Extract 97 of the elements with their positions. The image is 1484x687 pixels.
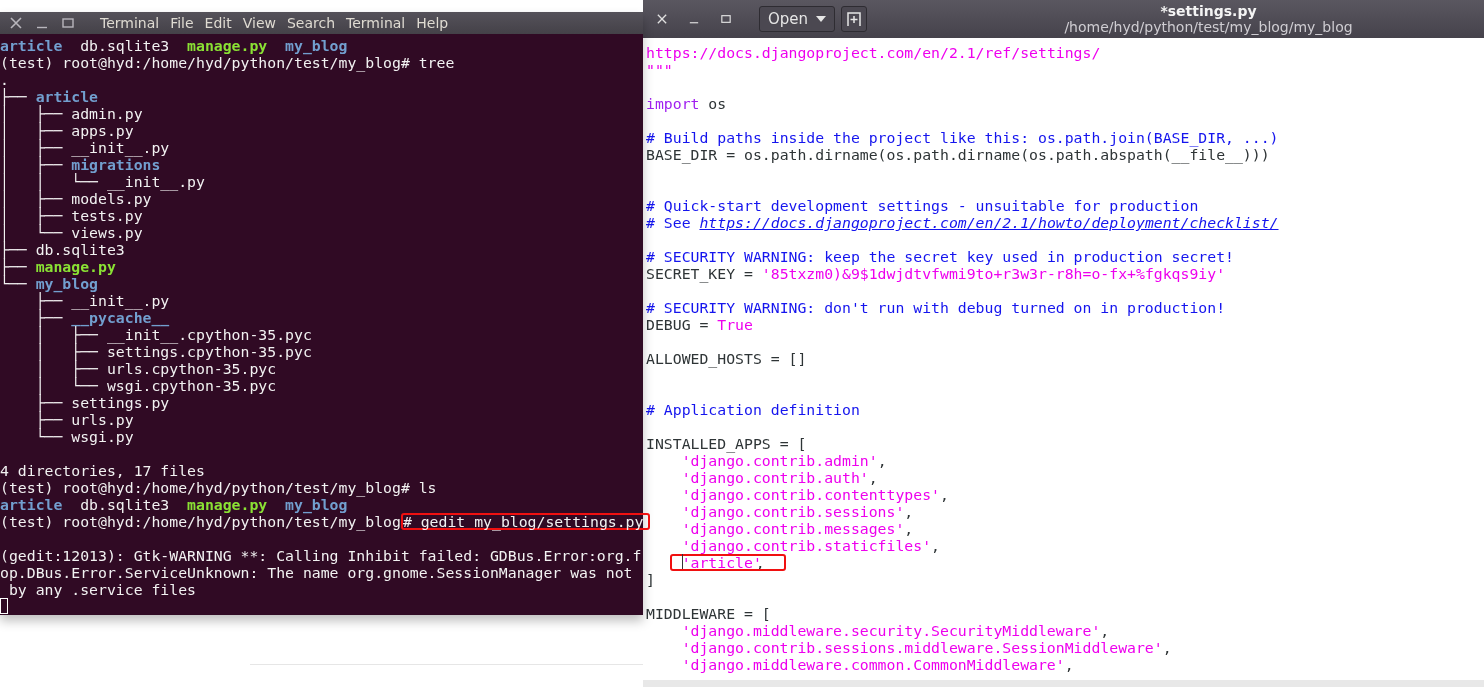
close-icon[interactable] — [657, 14, 667, 24]
code-text: , — [904, 520, 914, 537]
terminal-text: └── wsgi.py — [34, 428, 134, 445]
terminal-text: ├── — [0, 88, 28, 105]
code-text: SECRET_KEY = — [646, 265, 754, 282]
menu-item[interactable]: Help — [416, 15, 449, 31]
terminal-text: . — [0, 71, 9, 88]
terminal-text: 4 directories, 17 files — [0, 462, 205, 479]
directory-name: my_blog — [35, 275, 98, 292]
maximize-icon[interactable] — [721, 14, 731, 24]
string-literal: 'django.contrib.admin' — [681, 452, 878, 469]
string-literal: 'django.contrib.contenttypes' — [681, 486, 940, 503]
code-text: os — [707, 95, 727, 112]
highlighted-text: # gedit my_blog/settings.py — [400, 513, 651, 530]
code-text: , — [1100, 622, 1110, 639]
code-text: , — [1162, 639, 1172, 656]
string-literal: 'django.contrib.sessions.middleware.SessionMiddleware' — [681, 639, 1163, 656]
code-text: , — [868, 469, 878, 486]
terminal-text: (test) root@hyd:/home/hyd/python/test/my_blog# ls — [0, 479, 437, 496]
terminal-text: ├── — [34, 309, 64, 326]
terminal-text: op.DBus.Error.ServiceUnknown: The name org.gnome.SessionManager was not — [0, 564, 633, 581]
window-subtitle: /home/hyd/python/test/my_blog/my_blog — [1063, 19, 1354, 35]
directory-name: article — [35, 88, 98, 105]
open-button[interactable]: Open — [759, 6, 836, 32]
directory-name: my_blog — [285, 496, 348, 513]
close-icon[interactable] — [10, 17, 22, 29]
caret-icon — [816, 16, 827, 22]
terminal-text: db.sqlite3 — [79, 37, 170, 54]
code-text: ALLOWED_HOSTS = [] — [646, 350, 807, 367]
code-text: , — [931, 537, 940, 554]
terminal-text: by any .service files — [7, 581, 196, 598]
string-literal: https://docs.djangoproject.com/en/2.1/ref/settings/ — [646, 44, 1101, 61]
menu-item[interactable]: Terminal — [100, 15, 160, 31]
terminal-text: │ ├── __init__.cpython-35.pyc — [34, 326, 312, 343]
terminal-text: (test) root@hyd:/home/hyd/python/test/my_blog — [0, 513, 401, 530]
new-tab-button[interactable] — [841, 6, 868, 32]
terminal-text: ├── settings.py — [34, 394, 170, 411]
directory-name: my_blog — [284, 37, 348, 54]
string-literal: True — [717, 316, 753, 333]
terminal-text: ├── __init__.py — [34, 292, 170, 309]
terminal-text: ├── urls.py — [34, 411, 134, 428]
keyword: import — [646, 95, 700, 112]
menu-item[interactable]: File — [170, 15, 194, 31]
code-comment: # Build paths inside the project like this: os.path.join(BASE_DIR, ...) — [646, 129, 1279, 146]
executable-name: manage.py — [186, 37, 268, 54]
terminal-text: │ ├── __init__.py — [0, 139, 170, 156]
code-comment: # Quick-start development settings - unsuitable for production — [646, 197, 1199, 214]
string-literal: 'django.middleware.security.SecurityMiddleware' — [681, 622, 1101, 639]
code-text: , — [904, 503, 914, 520]
executable-name: manage.py — [187, 496, 268, 513]
terminal-text: │ ├── — [0, 156, 64, 173]
string-literal: 'django.contrib.auth' — [681, 469, 869, 486]
string-literal: 'django.contrib.sessions' — [681, 503, 905, 520]
terminal-text: ├── — [0, 258, 28, 275]
menu-item[interactable]: Terminal — [346, 15, 406, 31]
string-literal: 'django.contrib.staticfiles' — [681, 537, 932, 554]
terminal-text: │ ├── settings.cpython-35.pyc — [34, 343, 312, 360]
code-text: INSTALLED_APPS = [ — [646, 435, 807, 452]
menu-item[interactable]: Search — [286, 15, 336, 31]
terminal-text: │ ├── tests.py — [0, 207, 143, 224]
directory-name: __pycache__ — [71, 309, 170, 326]
directory-name: article — [0, 496, 63, 513]
string-literal: """ — [646, 61, 673, 78]
code-text: , — [940, 486, 949, 503]
window-title: *settings.py — [1159, 3, 1258, 19]
code-comment: # Application definition — [646, 401, 860, 418]
code-text: BASE_DIR = os.path.dirname(os.path.dirname(os.path.abspath(__file__))) — [646, 146, 1270, 163]
code-text: ] — [646, 571, 655, 588]
code-comment: # See — [646, 214, 692, 231]
terminal-text: │ ├── admin.py — [0, 105, 143, 122]
terminal-text: │ │ └── __init__.py — [0, 173, 205, 190]
menu-item[interactable]: View — [242, 15, 276, 31]
string-literal: '85txzm0)&9$1dwjdtvfwmi9to+r3w3r-r8h=o-fx+%fgkqs9iy' — [761, 265, 1226, 282]
new-tab-icon — [846, 11, 863, 27]
terminal-text: ├── db.sqlite3 — [0, 241, 125, 258]
directory-name: article — [0, 37, 63, 54]
terminal-text: │ ├── urls.cpython-35.pyc — [34, 360, 277, 377]
code-comment: # SECURITY WARNING: keep the secret key used in production secret! — [646, 248, 1234, 265]
maximize-icon[interactable] — [62, 17, 74, 29]
string-literal: 'django.middleware.common.CommonMiddleware' — [681, 656, 1065, 673]
link[interactable]: https://docs.djangoproject.com/en/2.1/howto/deployment/checklist/ — [699, 214, 1279, 231]
string-literal: 'django.contrib.messages' — [681, 520, 905, 537]
terminal-text: (gedit:12013): Gtk-WARNING **: Calling Inhibit failed: GDBus.Error:org.f — [0, 547, 642, 564]
terminal-text: db.sqlite3 — [80, 496, 170, 513]
terminal-text: └── — [0, 275, 28, 292]
code-text: DEBUG = — [646, 316, 710, 333]
executable-name: manage.py — [35, 258, 116, 275]
directory-name: migrations — [71, 156, 161, 173]
code-text: , — [877, 452, 887, 469]
terminal-text: (test) root@hyd:/home/hyd/python/test/my_blog# tree — [0, 54, 455, 71]
terminal-text: │ ├── models.py — [0, 190, 152, 207]
code-comment: # SECURITY WARNING: don't run with debug turned on in production! — [646, 299, 1226, 316]
code-text: , — [1064, 656, 1074, 673]
terminal-text: │ └── wsgi.cpython-35.pyc — [34, 377, 277, 394]
code-text: MIDDLEWARE = [ — [646, 605, 771, 622]
menu-item[interactable]: Edit — [204, 15, 232, 31]
terminal-text: │ ├── apps.py — [0, 122, 134, 139]
